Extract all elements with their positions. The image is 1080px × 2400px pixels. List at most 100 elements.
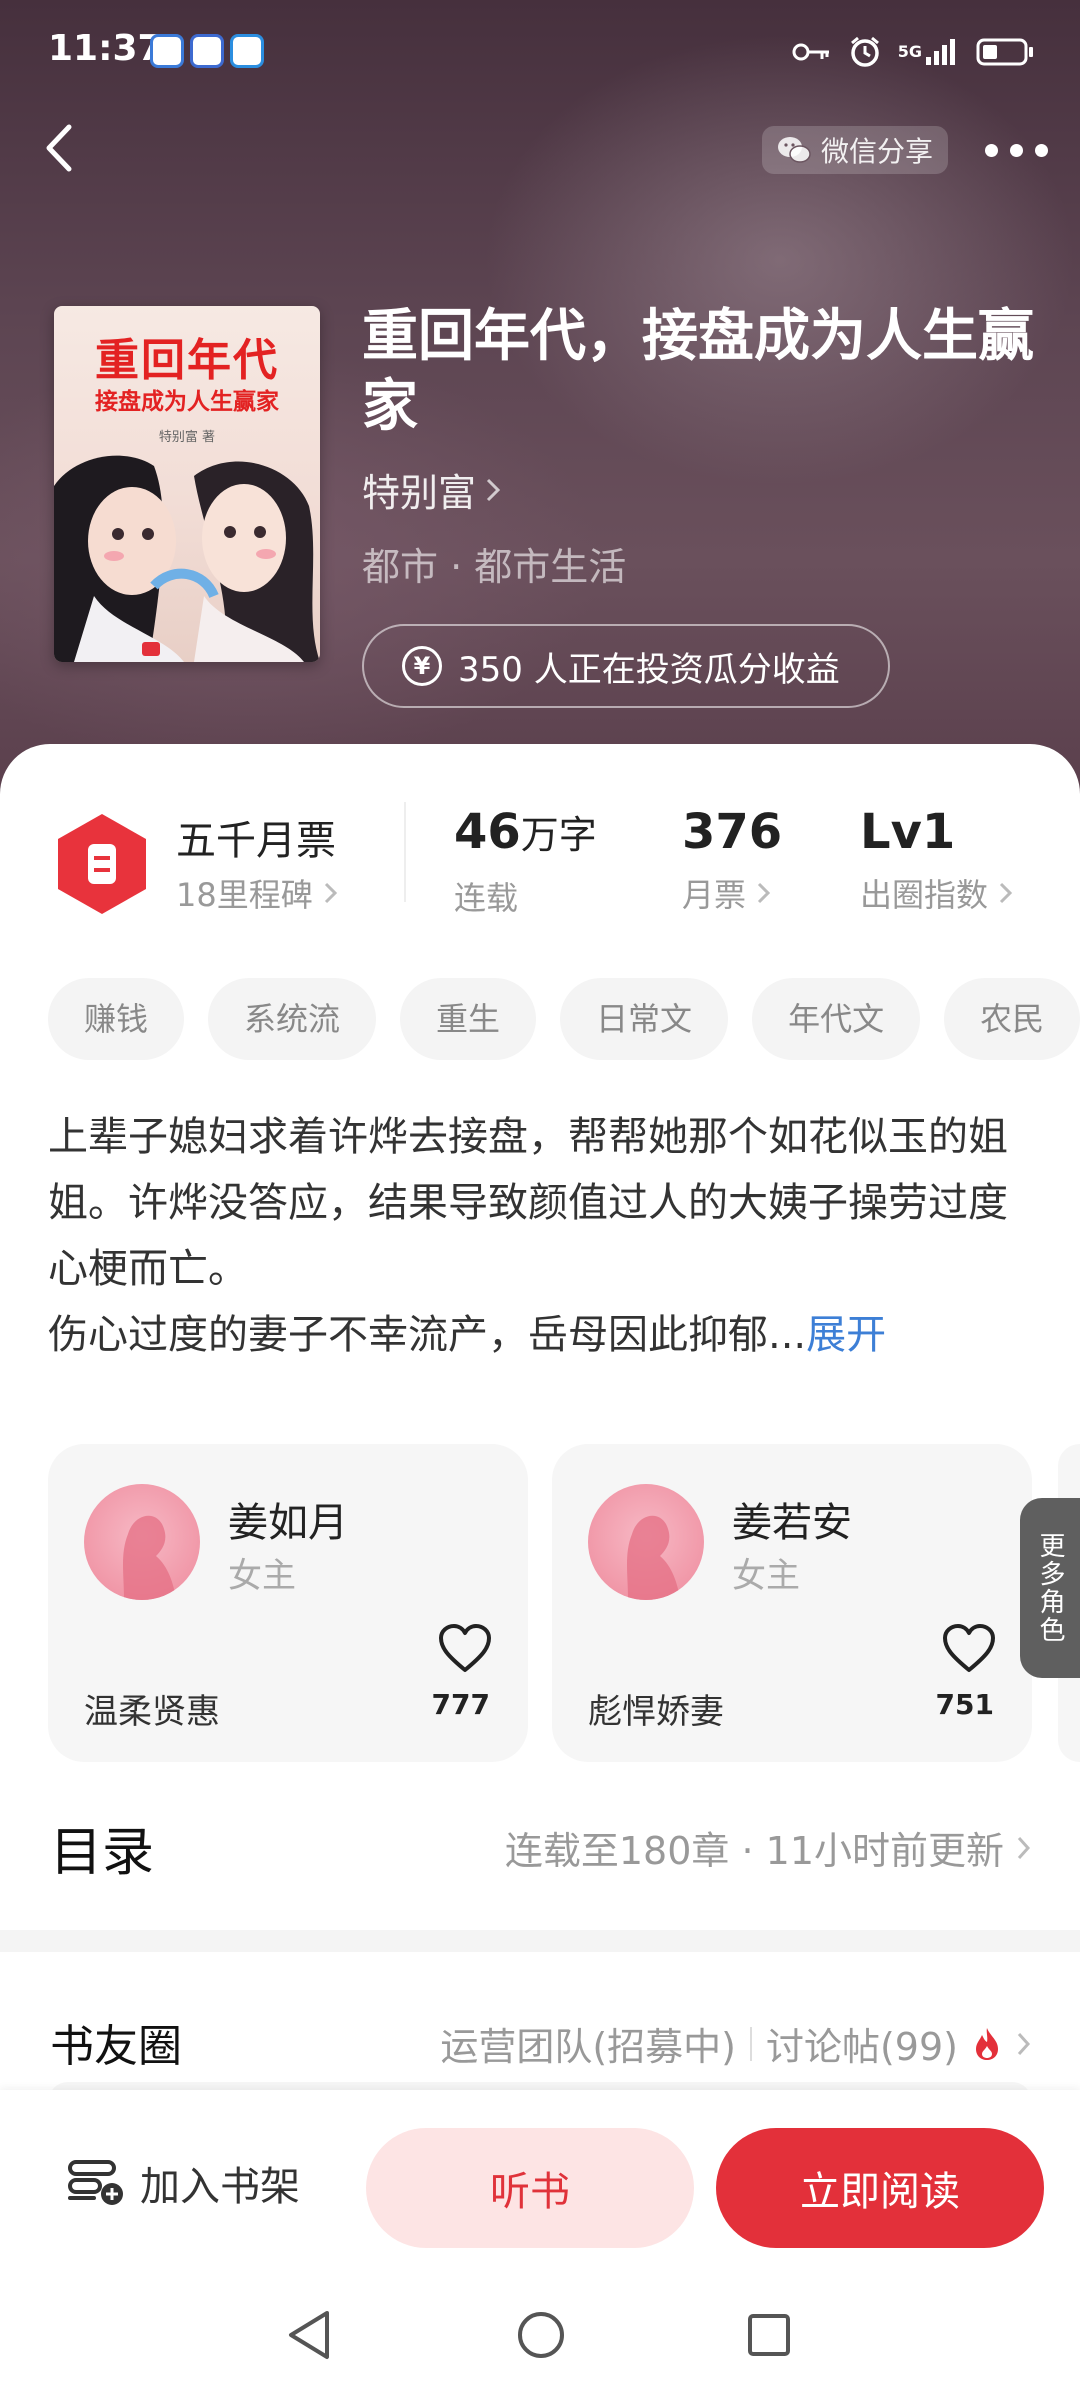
milestone-link[interactable]: 18里程碑 [176, 870, 339, 916]
female-silhouette-icon [123, 1515, 176, 1600]
catalog-link[interactable]: 连载至180章 · 11小时前更新 [505, 1820, 1032, 1875]
popularity-index-stat[interactable]: Lv1 出圈指数 [860, 802, 1014, 916]
cover-subtitle: 接盘成为人生赢家 [95, 389, 279, 415]
cover-illustration [54, 455, 320, 662]
alarm-icon [848, 35, 882, 69]
notification-app-icon [190, 34, 224, 68]
serial-status: 连载 [454, 879, 519, 917]
character-avatar [588, 1484, 704, 1600]
tag-chip[interactable]: 年代文 [752, 978, 921, 1060]
character-role: 女主 [732, 1556, 800, 1596]
monthly-ticket-badge-icon [58, 814, 146, 914]
book-circle-link[interactable]: 运营团队(招募中) 讨论帖(99) [440, 2016, 1032, 2071]
notification-app-icon [150, 34, 184, 68]
status-bar: 11:37 5G [0, 0, 1080, 100]
notification-app-icon [230, 34, 264, 68]
chevron-right-icon [1017, 1836, 1031, 1859]
back-button[interactable] [28, 118, 88, 178]
network-type-label: 5G [897, 42, 922, 61]
book-cover[interactable]: 重回年代 接盘成为人生赢家 特别富 著 [54, 306, 320, 662]
tag-chip[interactable]: 赚钱 [48, 978, 185, 1060]
word-count-stat: 46万字 连载 [454, 802, 597, 919]
status-time: 11:37 [48, 28, 163, 69]
add-to-shelf-button[interactable]: 加入书架 [66, 2154, 300, 2212]
monthly-votes-label: 月票 [682, 876, 747, 914]
book-genre: 都市 · 都市生活 [362, 545, 627, 589]
system-home-button[interactable] [506, 2300, 576, 2370]
system-recents-button[interactable] [734, 2300, 804, 2370]
chevron-right-icon [999, 882, 1013, 904]
chevron-right-icon [486, 478, 501, 501]
character-name: 姜如月 [228, 1500, 348, 1546]
fire-icon [976, 2027, 998, 2060]
monthly-votes-stat[interactable]: 376 月票 [682, 802, 782, 916]
word-count-unit: 万字 [520, 813, 597, 857]
character-avatar [84, 1484, 200, 1600]
chevron-right-icon [757, 882, 771, 904]
battery-icon [976, 37, 1036, 67]
tag-list: 赚钱 系统流 重生 日常文 年代文 农民 [48, 978, 1080, 1060]
monthly-votes-value: 376 [682, 804, 783, 860]
square-recents-icon [748, 2314, 790, 2356]
wechat-share-button[interactable]: 微信分享 [762, 126, 948, 174]
heart-icon[interactable] [942, 1624, 996, 1674]
milestone-count: 18里程碑 [176, 876, 313, 914]
yuan-coin-icon: ¥ [402, 646, 442, 686]
add-bookshelf-icon [68, 2160, 123, 2205]
triangle-back-icon [289, 2311, 329, 2359]
circle-home-icon [518, 2312, 564, 2358]
more-dot-icon [1034, 143, 1048, 157]
monthly-ticket-milestone-title: 五千月票 [176, 818, 336, 864]
tag-chip[interactable]: 系统流 [208, 978, 377, 1060]
more-roles-label: 更多角色 [1035, 1532, 1065, 1644]
synopsis[interactable]: 上辈子媳妇求着许烨去接盘，帮帮她那个如花似玉的姐姐。许烨没答应，结果导致颜值过人… [48, 1104, 1040, 1368]
character-likes: 777 [431, 1688, 490, 1721]
female-silhouette-icon [627, 1515, 680, 1600]
read-now-button[interactable]: 立即阅读 [716, 2128, 1044, 2248]
system-back-button[interactable] [274, 2300, 344, 2370]
section-divider [0, 1930, 1080, 1952]
more-options-button[interactable] [976, 130, 1056, 170]
operations-team-label: 运营团队(招募中) [440, 2025, 736, 2069]
chevron-right-icon [1017, 2032, 1031, 2055]
system-navigation-bar [0, 2270, 1080, 2400]
character-card[interactable]: 姜若安 女主 彪悍娇妻 751 [552, 1444, 1032, 1762]
key-icon [792, 40, 832, 64]
character-name: 姜若安 [732, 1500, 852, 1546]
chevron-left-icon [46, 124, 72, 172]
character-likes: 751 [935, 1688, 994, 1721]
discussion-posts-label: 讨论帖(99) [765, 2025, 958, 2069]
character-description: 彪悍娇妻 [588, 1692, 724, 1732]
more-dot-icon [1009, 143, 1023, 157]
invest-text: 350 人正在投资瓜分收益 [458, 649, 840, 690]
book-circle-title: 书友圈 [50, 2021, 182, 2072]
signal-icon: 5G [898, 37, 960, 67]
word-count-value: 46 [454, 804, 521, 860]
heart-icon[interactable] [438, 1624, 492, 1674]
catalog-update-info: 连载至180章 · 11小时前更新 [504, 1829, 1004, 1873]
popularity-index-label: 出圈指数 [860, 876, 989, 914]
popularity-level-value: Lv1 [860, 804, 956, 860]
separator [749, 2026, 752, 2061]
author-name: 特别富 [362, 471, 477, 515]
wechat-icon [777, 137, 811, 163]
tag-chip[interactable]: 重生 [400, 978, 537, 1060]
add-to-shelf-label: 加入书架 [140, 2164, 300, 2210]
wechat-share-label: 微信分享 [820, 135, 933, 168]
catalog-title: 目录 [50, 1823, 155, 1883]
book-title: 重回年代，接盘成为人生赢家 [362, 304, 1034, 439]
more-dot-icon [984, 143, 998, 157]
character-card[interactable]: 姜如月 女主 温柔贤惠 777 [48, 1444, 528, 1762]
character-description: 温柔贤惠 [84, 1692, 220, 1732]
author-link[interactable]: 特别富 [362, 462, 502, 517]
tag-chip[interactable]: 农民 [944, 978, 1080, 1060]
more-roles-button[interactable]: 更多角色 [1020, 1498, 1080, 1678]
stats-divider [404, 802, 406, 902]
listen-button[interactable]: 听书 [366, 2128, 694, 2248]
character-role: 女主 [228, 1556, 296, 1596]
invest-button[interactable]: ¥ 350 人正在投资瓜分收益 [362, 624, 890, 708]
cover-author: 特别富 著 [158, 430, 216, 445]
chevron-right-icon [324, 882, 337, 904]
tag-chip[interactable]: 日常文 [560, 978, 729, 1060]
expand-synopsis-link[interactable]: 展开 [806, 1312, 886, 1358]
